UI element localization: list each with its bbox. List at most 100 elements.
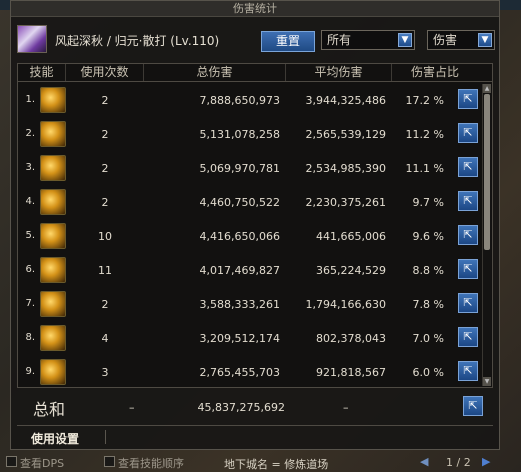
- tab-settings[interactable]: 使用设置: [31, 430, 79, 447]
- damage-stats-window: 伤害统计 风起深秋 / 归元·散打 (Lv.110) 重置 所有 ▼ 伤害 ▼ …: [10, 0, 500, 450]
- total-damage: 4,416,650,066: [199, 230, 280, 243]
- table-row: 6. 11 4,017,469,827 365,224,529 8.8 % ⇱: [18, 253, 480, 287]
- export-icon[interactable]: ⇱: [458, 123, 478, 143]
- chevron-down-icon[interactable]: ▼: [478, 33, 492, 47]
- average-damage: 2,534,985,390: [305, 162, 386, 175]
- settings-bar: 使用设置: [17, 425, 493, 447]
- row-index: 2.: [25, 128, 35, 139]
- damage-share: 17.2 %: [405, 94, 444, 107]
- use-count: 4: [101, 332, 109, 345]
- average-damage: 921,818,567: [316, 366, 386, 379]
- total-damage: 5,069,970,781: [199, 162, 280, 175]
- use-count: 3: [101, 366, 109, 379]
- row-index: 6.: [25, 264, 35, 275]
- skill-icon: [40, 121, 66, 147]
- table-row: 5. 10 4,416,650,066 441,665,006 9.6 % ⇱: [18, 219, 480, 253]
- dungeon-name: 地下城名 = 修炼道场: [224, 458, 329, 471]
- total-damage: 2,765,455,703: [199, 366, 280, 379]
- column-header-average: 平均伤害: [286, 64, 392, 81]
- character-avatar: [17, 25, 47, 53]
- export-icon[interactable]: ⇱: [458, 157, 478, 177]
- export-icon[interactable]: ⇱: [458, 89, 478, 109]
- type-select-value: 伤害: [433, 33, 458, 47]
- footer: 查看DPS 查看技能顺序 地下城名 = 修炼道场 ◀ 1 / 2 ▶: [0, 452, 521, 472]
- row-index: 7.: [25, 298, 35, 309]
- type-select[interactable]: 伤害 ▼: [427, 30, 495, 50]
- export-icon[interactable]: ⇱: [458, 293, 478, 313]
- use-count: 2: [101, 162, 109, 175]
- use-count: 10: [98, 230, 112, 243]
- row-index: 9.: [25, 366, 35, 377]
- use-count: 2: [101, 94, 109, 107]
- table-row: 9. 3 2,765,455,703 921,818,567 6.0 % ⇱: [18, 355, 480, 389]
- table-row: 2. 2 5,131,078,258 2,565,539,129 11.2 % …: [18, 117, 480, 151]
- average-damage: 2,565,539,129: [305, 128, 386, 141]
- average-damage: 1,794,166,630: [305, 298, 386, 311]
- use-count: 11: [98, 264, 112, 277]
- row-index: 1.: [25, 94, 35, 105]
- skill-order-checkbox-label: 查看技能顺序: [118, 457, 184, 470]
- table-row: 1. 2 7,888,650,973 3,944,325,486 17.2 % …: [18, 83, 480, 117]
- export-icon[interactable]: ⇱: [463, 396, 483, 416]
- skill-icon: [40, 359, 66, 385]
- total-damage: 7,888,650,973: [199, 94, 280, 107]
- chevron-down-icon[interactable]: ▼: [398, 33, 412, 47]
- damage-share: 7.0 %: [412, 332, 444, 345]
- skill-icon: [40, 257, 66, 283]
- column-header-total: 总伤害: [144, 64, 286, 81]
- use-count: 2: [101, 128, 109, 141]
- total-damage: 3,588,333,261: [199, 298, 280, 311]
- arrow-left-icon[interactable]: ◀: [420, 455, 428, 468]
- row-index: 8.: [25, 332, 35, 343]
- filter-select[interactable]: 所有 ▼: [321, 30, 415, 50]
- damage-share: 9.6 %: [412, 230, 444, 243]
- table-scrollbar[interactable]: ▲ ▼: [482, 84, 491, 386]
- scrollbar-thumb[interactable]: [484, 94, 490, 250]
- damage-share: 11.1 %: [405, 162, 444, 175]
- export-icon[interactable]: ⇱: [458, 327, 478, 347]
- dps-checkbox-label: 查看DPS: [20, 457, 65, 470]
- window-title: 伤害统计: [11, 1, 499, 17]
- row-index: 4.: [25, 196, 35, 207]
- header: 风起深秋 / 归元·散打 (Lv.110) 重置 所有 ▼ 伤害 ▼: [17, 23, 495, 55]
- reset-button[interactable]: 重置: [261, 31, 315, 52]
- export-icon[interactable]: ⇱: [458, 191, 478, 211]
- summary-label: 总和: [33, 400, 66, 419]
- average-damage: 365,224,529: [316, 264, 386, 277]
- column-header-count: 使用次数: [66, 64, 144, 81]
- average-damage: 441,665,006: [316, 230, 386, 243]
- total-damage: 4,460,750,522: [199, 196, 280, 209]
- summary-count: –: [129, 401, 135, 414]
- dps-checkbox[interactable]: [6, 456, 17, 467]
- summary-average: –: [343, 401, 349, 414]
- average-damage: 802,378,043: [316, 332, 386, 345]
- scroll-down-icon[interactable]: ▼: [483, 377, 491, 386]
- skill-icon: [40, 325, 66, 351]
- use-count: 2: [101, 298, 109, 311]
- export-icon[interactable]: ⇱: [458, 361, 478, 381]
- damage-share: 7.8 %: [412, 298, 444, 311]
- damage-share: 6.0 %: [412, 366, 444, 379]
- skill-order-checkbox[interactable]: [104, 456, 115, 467]
- scroll-up-icon[interactable]: ▲: [483, 84, 491, 93]
- table-row: 3. 2 5,069,970,781 2,534,985,390 11.1 % …: [18, 151, 480, 185]
- skill-icon: [40, 87, 66, 113]
- column-header-share: 伤害占比: [410, 65, 459, 79]
- column-header-skill: 技能: [18, 64, 66, 81]
- total-damage: 3,209,512,174: [199, 332, 280, 345]
- damage-share: 9.7 %: [412, 196, 444, 209]
- character-name: 风起深秋 / 归元·散打 (Lv.110): [55, 34, 220, 48]
- table-row: 7. 2 3,588,333,261 1,794,166,630 7.8 % ⇱: [18, 287, 480, 321]
- arrow-right-icon[interactable]: ▶: [482, 455, 490, 468]
- divider: [105, 430, 106, 444]
- damage-share: 8.8 %: [412, 264, 444, 277]
- damage-share: 11.2 %: [405, 128, 444, 141]
- page-indicator: 1 / 2: [446, 456, 471, 469]
- table-header: 技能 使用次数 总伤害 平均伤害 伤害占比: [18, 64, 492, 82]
- average-damage: 3,944,325,486: [305, 94, 386, 107]
- export-icon[interactable]: ⇱: [458, 259, 478, 279]
- export-icon[interactable]: ⇱: [458, 225, 478, 245]
- total-damage: 4,017,469,827: [199, 264, 280, 277]
- total-damage: 5,131,078,258: [199, 128, 280, 141]
- table-row: 4. 2 4,460,750,522 2,230,375,261 9.7 % ⇱: [18, 185, 480, 219]
